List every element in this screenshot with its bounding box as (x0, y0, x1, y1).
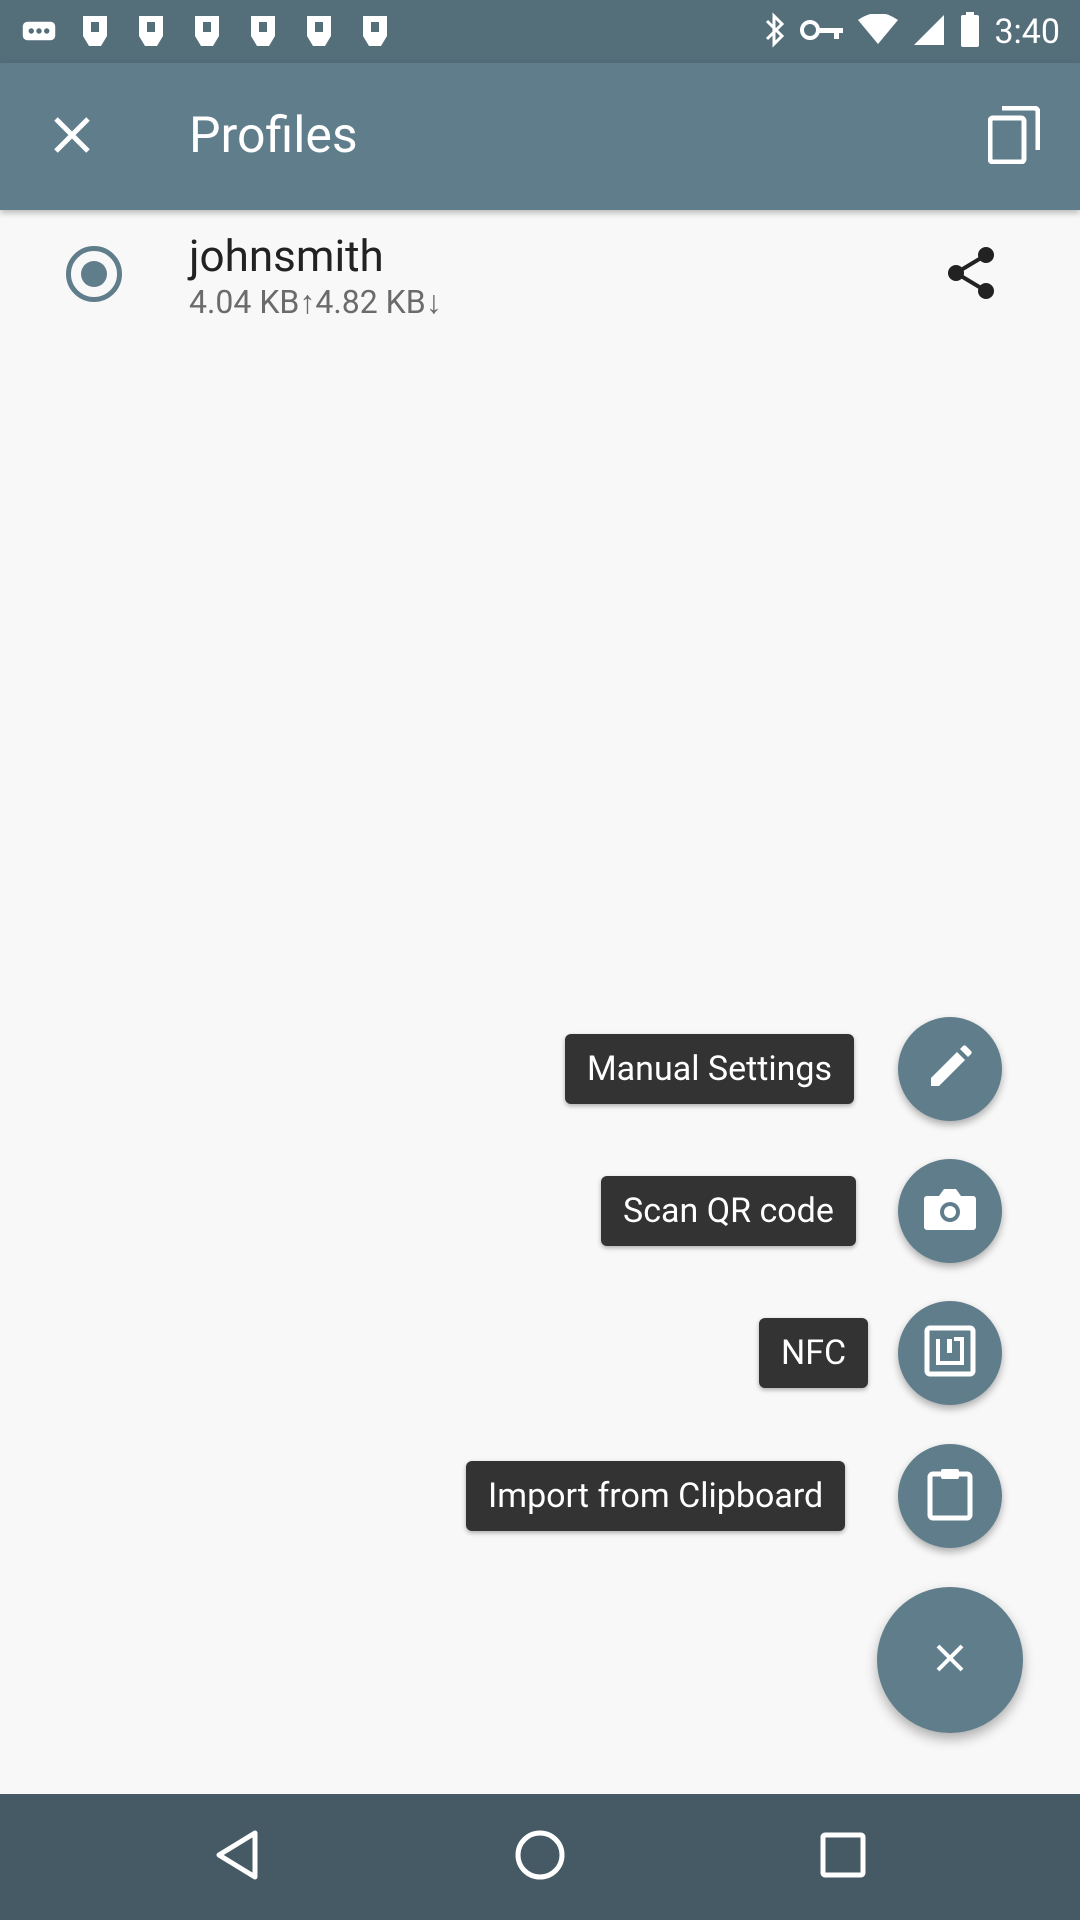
vpn-key-icon (800, 18, 844, 46)
notification-icon (302, 14, 336, 48)
profile-list-item[interactable]: johnsmith 4.04 KB↑4.82 KB↓ (0, 210, 1080, 340)
close-button[interactable] (34, 99, 110, 175)
more-icon (22, 14, 56, 48)
camera-icon (923, 1186, 977, 1236)
clipboard-icon (927, 1467, 973, 1525)
scan-qr-button[interactable] (898, 1159, 1002, 1263)
nfc-icon (924, 1325, 976, 1381)
nav-home-button[interactable] (500, 1817, 580, 1897)
battery-icon (960, 11, 980, 52)
status-time: 3:40 (994, 11, 1060, 52)
nfc-button[interactable] (898, 1301, 1002, 1405)
fab-label[interactable]: NFC (759, 1318, 869, 1388)
signal-icon (912, 13, 946, 51)
home-circle-icon (514, 1829, 566, 1885)
bluetooth-icon (764, 11, 786, 52)
close-icon (935, 1643, 965, 1677)
system-navigation-bar (0, 1794, 1080, 1920)
notification-icon (246, 14, 280, 48)
fab-menu-item-scan-qr[interactable]: Scan QR code (0, 1159, 1080, 1263)
profile-radio-button[interactable] (66, 246, 122, 302)
profile-traffic-stats: 4.04 KB↑4.82 KB↓ (189, 283, 442, 321)
status-bar: 3:40 (0, 0, 1080, 63)
notification-icon (358, 14, 392, 48)
status-system-icons: 3:40 (764, 0, 1060, 63)
notification-icon (190, 14, 224, 48)
pencil-icon (927, 1044, 973, 1094)
page-title: Profiles (189, 107, 358, 165)
nav-recents-button[interactable] (803, 1817, 883, 1897)
status-notifications (22, 10, 392, 52)
wifi-icon (858, 12, 899, 50)
app-toolbar: Profiles (0, 63, 1080, 210)
fab-menu-item-import-clipboard[interactable]: Import from Clipboard (0, 1444, 1080, 1548)
back-triangle-icon (213, 1829, 261, 1885)
share-button[interactable] (940, 244, 1002, 306)
fab-close-menu-button[interactable] (877, 1587, 1023, 1733)
radio-selected-dot (81, 261, 107, 287)
fab-menu-item-nfc[interactable]: NFC (0, 1301, 1080, 1405)
fab-label[interactable]: Import from Clipboard (466, 1461, 846, 1531)
fab-label[interactable]: Scan QR code (601, 1176, 856, 1246)
profile-name: johnsmith (189, 230, 384, 282)
close-icon (53, 116, 91, 158)
share-icon (946, 246, 996, 304)
notification-icon (134, 14, 168, 48)
copy-icon (987, 105, 1041, 168)
copy-button[interactable] (976, 99, 1052, 175)
import-clipboard-button[interactable] (898, 1444, 1002, 1548)
nav-back-button[interactable] (197, 1817, 277, 1897)
fab-menu-item-manual-settings[interactable]: Manual Settings (0, 1017, 1080, 1121)
notification-icon (78, 14, 112, 48)
recents-square-icon (819, 1831, 867, 1883)
fab-label[interactable]: Manual Settings (565, 1034, 855, 1104)
manual-settings-button[interactable] (898, 1017, 1002, 1121)
